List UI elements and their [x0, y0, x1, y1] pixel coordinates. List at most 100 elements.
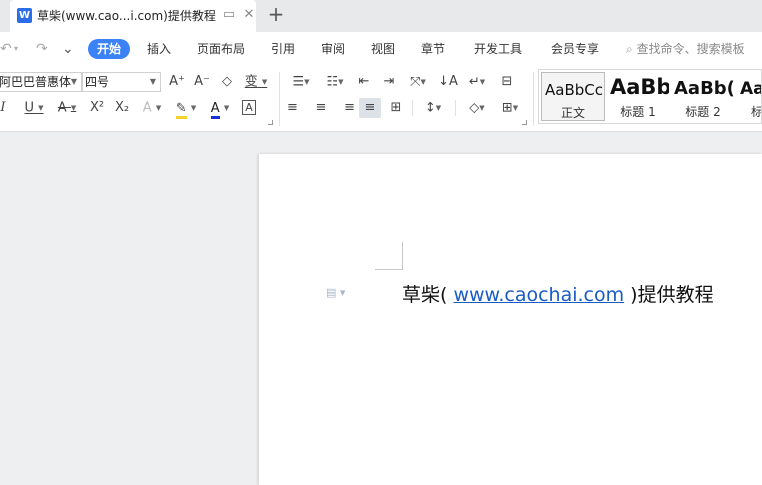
paragraph-mark-icon: ↵ — [468, 74, 480, 90]
style-gallery: AaBbCcI 正文 AaBb 标题 1 AaBb( 标题 2 AaI 标 — [538, 69, 762, 124]
show-marks-button[interactable]: ↵▼ — [463, 72, 491, 92]
search-placeholder: 查找命令、搜索模板 — [636, 42, 745, 56]
menu-tab-member[interactable]: 会员专享 — [551, 41, 599, 57]
style-heading-3[interactable]: AaI 标 — [737, 72, 762, 121]
document-tab-title: 草柴(www.cao...i.com)提供教程 — [37, 9, 216, 23]
strikethrough-button[interactable]: A ▼ — [53, 98, 81, 118]
paragraph-text-end: )提供教程 — [624, 284, 714, 306]
font-color-label: A — [210, 100, 220, 119]
character-border-button[interactable]: A — [239, 98, 259, 118]
paragraph-handle-icon[interactable]: ▤ ▾ — [326, 286, 354, 300]
font-size-value: 四号 — [85, 75, 110, 89]
document-workspace — [0, 132, 762, 485]
text-effect-button[interactable]: A ▼ — [138, 98, 166, 118]
strikethrough-label: A — [57, 100, 67, 116]
font-size-select[interactable]: 四号 ▼ — [82, 72, 161, 92]
italic-button[interactable]: I — [0, 98, 10, 118]
align-left-button[interactable]: ≡ — [287, 98, 307, 118]
font-color-button[interactable]: A ▼ — [206, 98, 234, 119]
sort-button[interactable]: ↓A — [437, 72, 459, 92]
font-dialog-launcher[interactable] — [268, 120, 273, 125]
numbered-list-icon: ☷ — [326, 74, 339, 90]
group-divider — [279, 72, 280, 126]
chinese-layout-button[interactable]: ⤧▼ — [404, 72, 432, 92]
style-heading-2[interactable]: AaBb( 标题 2 — [671, 72, 735, 121]
hyperlink[interactable]: www.caochai.com — [453, 284, 624, 306]
document-paragraph[interactable]: 草柴( www.caochai.com )提供教程 — [402, 282, 714, 308]
phonetic-guide-button[interactable]: 变 ▼ — [241, 72, 271, 92]
phonetic-guide-label: 变 — [244, 74, 258, 90]
quick-access-more-icon[interactable]: ⌄ — [62, 41, 74, 57]
undo-icon[interactable]: ↶ — [0, 41, 12, 57]
underline-label: U — [24, 100, 34, 116]
command-search[interactable]: ⌕ 查找命令、搜索模板 — [626, 41, 745, 57]
style-name: 标题 1 — [620, 105, 656, 119]
style-name: 正文 — [560, 106, 585, 120]
style-heading-1[interactable]: AaBb 标题 1 — [607, 72, 669, 121]
writer-app-icon: W — [17, 8, 32, 23]
ribbon-toolbar: 阿巴巴普惠体 ▼ 四号 ▼ A⁺ A⁻ ◇ 变 ▼ I U ▼ A ▼ X² X… — [0, 66, 762, 132]
undo-dropdown-icon[interactable]: ▾ — [14, 41, 18, 57]
style-name: 标题 2 — [685, 105, 721, 119]
shading-button[interactable]: ◇▼ — [463, 98, 491, 118]
menu-tab-section[interactable]: 章节 — [421, 41, 445, 57]
monitor-icon[interactable]: ▭ — [221, 6, 237, 24]
style-sample: AaBb — [610, 75, 669, 99]
justify-button[interactable]: ≡ — [359, 98, 381, 118]
menu-tab-developer[interactable]: 开发工具 — [474, 41, 522, 57]
document-tab[interactable]: W 草柴(www.cao...i.com)提供教程 ▭ ✕ — [10, 0, 256, 32]
close-icon[interactable]: ✕ — [241, 6, 257, 24]
shrink-font-button[interactable]: A⁻ — [192, 72, 212, 92]
chinese-layout-icon: ⤧ — [410, 74, 421, 90]
chevron-down-icon: ▼ — [149, 77, 156, 86]
underline-button[interactable]: U ▼ — [19, 98, 49, 118]
chevron-down-icon: ▼ — [70, 77, 77, 86]
paragraph-dialog-launcher[interactable] — [522, 120, 527, 125]
tab-stops-button[interactable]: ⊟ — [496, 72, 518, 92]
menu-tab-insert[interactable]: 插入 — [147, 41, 171, 57]
style-normal[interactable]: AaBbCcI 正文 — [541, 72, 605, 121]
numbered-list-button[interactable]: ☷▼ — [321, 72, 349, 92]
group-divider — [533, 72, 534, 126]
menu-tab-review[interactable]: 审阅 — [321, 41, 345, 57]
style-name: 标 — [751, 105, 762, 119]
increase-indent-button[interactable]: ⇥ — [379, 72, 399, 92]
line-spacing-icon: ↕ — [424, 100, 436, 116]
menu-tab-home[interactable]: 开始 — [88, 39, 131, 59]
margin-marker — [375, 269, 403, 270]
grow-font-button[interactable]: A⁺ — [167, 72, 187, 92]
margin-marker — [402, 242, 403, 270]
menu-tab-view[interactable]: 视图 — [371, 41, 395, 57]
paragraph-text-start: 草柴( — [402, 284, 454, 306]
superscript-button[interactable]: X² — [86, 98, 108, 118]
text-effect-label: A — [142, 100, 152, 116]
tab-bar: W 草柴(www.cao...i.com)提供教程 ▭ ✕ + — [0, 0, 762, 32]
group-divider — [412, 100, 413, 116]
menu-tab-page-layout[interactable]: 页面布局 — [197, 41, 245, 57]
line-spacing-button[interactable]: ↕▼ — [419, 98, 447, 118]
decrease-indent-button[interactable]: ⇤ — [354, 72, 374, 92]
character-border-label: A — [242, 100, 256, 115]
document-page[interactable] — [259, 154, 762, 485]
menu-bar: ↶ ▾ ↷ ⌄ 开始 插入 页面布局 引用 审阅 视图 章节 开发工具 会员专享… — [0, 32, 762, 66]
bullet-list-button[interactable]: ☰▼ — [287, 72, 315, 92]
eraser-icon[interactable]: ◇ — [217, 72, 237, 92]
highlighter-icon: ✎ — [175, 100, 187, 119]
redo-icon[interactable]: ↷ — [36, 41, 48, 57]
highlight-button[interactable]: ✎ ▼ — [171, 98, 201, 119]
menu-tab-references[interactable]: 引用 — [271, 41, 295, 57]
font-name-select[interactable]: 阿巴巴普惠体 ▼ — [0, 72, 82, 92]
style-sample: AaBb( — [674, 78, 735, 99]
borders-button[interactable]: ⊞▼ — [496, 98, 524, 118]
style-sample: AaBbCcI — [545, 81, 605, 99]
group-divider — [455, 100, 456, 116]
new-tab-button[interactable]: + — [266, 4, 286, 26]
bullet-list-icon: ☰ — [292, 74, 305, 90]
distributed-align-button[interactable]: ⊞ — [385, 98, 407, 118]
style-sample: AaI — [740, 79, 761, 99]
search-icon: ⌕ — [626, 42, 633, 56]
align-center-button[interactable]: ≡ — [311, 98, 331, 118]
align-right-button[interactable]: ≡ — [335, 98, 355, 118]
font-name-value: 阿巴巴普惠体 — [0, 75, 72, 89]
subscript-button[interactable]: X₂ — [111, 98, 133, 118]
